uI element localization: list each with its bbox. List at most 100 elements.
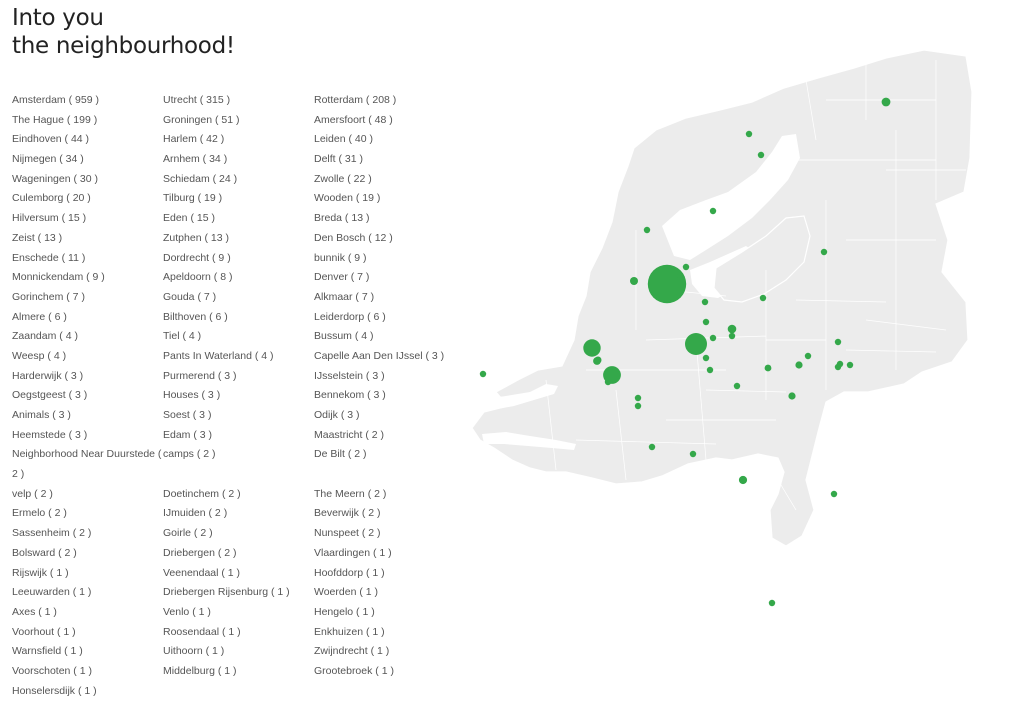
map-marker-groningen[interactable] bbox=[881, 97, 891, 107]
city-link[interactable]: Dordrecht ( 9 ) bbox=[163, 249, 314, 269]
map-marker-zaandam[interactable] bbox=[676, 272, 684, 280]
map-marker-delft[interactable] bbox=[594, 356, 602, 364]
city-link[interactable]: Houses ( 3 ) bbox=[163, 386, 314, 406]
city-link[interactable]: Rijswijk ( 1 ) bbox=[12, 564, 163, 584]
map-marker-tiel[interactable] bbox=[733, 382, 741, 390]
map-marker-leeuwarden[interactable] bbox=[757, 151, 765, 159]
map-marker-the-hague[interactable] bbox=[583, 339, 601, 357]
map-marker-enschede[interactable] bbox=[834, 363, 842, 371]
city-link[interactable]: Groningen ( 51 ) bbox=[163, 111, 314, 131]
map-marker-amsterdam[interactable] bbox=[647, 264, 687, 304]
map-marker-harderwijk[interactable] bbox=[759, 294, 767, 302]
city-link[interactable]: Harlem ( 42 ) bbox=[163, 130, 314, 150]
map-marker-monnickendam[interactable] bbox=[682, 263, 690, 271]
map-marker-eindhoven[interactable] bbox=[738, 475, 748, 485]
city-link[interactable]: Enschede ( 11 ) bbox=[12, 249, 163, 269]
city-link[interactable]: Gorinchem ( 7 ) bbox=[12, 288, 163, 308]
city-link[interactable]: Venlo ( 1 ) bbox=[163, 603, 314, 623]
city-link[interactable]: Arnhem ( 34 ) bbox=[163, 150, 314, 170]
city-link[interactable]: Bussum ( 4 ) bbox=[314, 327, 464, 347]
city-link[interactable]: Bennekom ( 3 ) bbox=[314, 386, 464, 406]
city-link[interactable]: Beverwijk ( 2 ) bbox=[314, 504, 464, 524]
city-link[interactable]: Gouda ( 7 ) bbox=[163, 288, 314, 308]
city-link[interactable]: velp ( 2 ) bbox=[12, 485, 163, 505]
city-link[interactable]: Heemstede ( 3 ) bbox=[12, 426, 163, 446]
map-marker-utrecht[interactable] bbox=[685, 333, 707, 355]
city-link[interactable]: Apeldoorn ( 8 ) bbox=[163, 268, 314, 288]
map-marker-almere[interactable] bbox=[701, 298, 709, 306]
city-link[interactable]: Den Bosch ( 12 ) bbox=[314, 229, 464, 249]
city-link[interactable]: Wageningen ( 30 ) bbox=[12, 170, 163, 190]
map-marker-roosendaal[interactable] bbox=[634, 402, 642, 410]
city-link[interactable]: Tilburg ( 19 ) bbox=[163, 189, 314, 209]
city-link[interactable]: Schiedam ( 24 ) bbox=[163, 170, 314, 190]
city-link[interactable]: Voorschoten ( 1 ) bbox=[12, 662, 163, 682]
city-link[interactable]: Goirle ( 2 ) bbox=[163, 524, 314, 544]
city-link[interactable]: Eden ( 15 ) bbox=[163, 209, 314, 229]
map-marker-maastricht[interactable] bbox=[768, 599, 776, 607]
city-link[interactable]: Zwijndrecht ( 1 ) bbox=[314, 642, 464, 662]
city-link[interactable]: Hengelo ( 1 ) bbox=[314, 603, 464, 623]
map-marker-harlem[interactable] bbox=[630, 277, 638, 285]
city-link[interactable]: Bilthoven ( 6 ) bbox=[163, 308, 314, 328]
map-marker-culemborg[interactable] bbox=[706, 366, 714, 374]
city-link[interactable]: Maastricht ( 2 ) bbox=[314, 426, 464, 446]
city-link[interactable]: Capelle Aan Den IJssel ( 3 ) bbox=[314, 347, 464, 367]
city-link[interactable]: Driebergen Rijsenburg ( 1 ) bbox=[163, 583, 314, 603]
city-link[interactable]: camps ( 2 ) bbox=[163, 445, 314, 465]
city-link[interactable]: Leiden ( 40 ) bbox=[314, 130, 464, 150]
city-link[interactable]: Animals ( 3 ) bbox=[12, 406, 163, 426]
city-link[interactable]: Sassenheim ( 2 ) bbox=[12, 524, 163, 544]
city-link[interactable]: Nunspeet ( 2 ) bbox=[314, 524, 464, 544]
city-link[interactable]: Middelburg ( 1 ) bbox=[163, 662, 314, 682]
map-marker-breda[interactable] bbox=[648, 443, 656, 451]
city-link[interactable]: Culemborg ( 20 ) bbox=[12, 189, 163, 209]
city-link[interactable]: Leiderdorp ( 6 ) bbox=[314, 308, 464, 328]
city-link[interactable]: IJsselstein ( 3 ) bbox=[314, 367, 464, 387]
city-link[interactable]: Woerden ( 1 ) bbox=[314, 583, 464, 603]
city-link[interactable]: Wooden ( 19 ) bbox=[314, 189, 464, 209]
city-link[interactable]: The Meern ( 2 ) bbox=[314, 485, 464, 505]
map-marker-middelburg[interactable] bbox=[479, 370, 487, 378]
city-link[interactable]: Harderwijk ( 3 ) bbox=[12, 367, 163, 387]
city-link[interactable]: Tiel ( 4 ) bbox=[163, 327, 314, 347]
city-link[interactable]: Uithoorn ( 1 ) bbox=[163, 642, 314, 662]
city-link[interactable]: Ermelo ( 2 ) bbox=[12, 504, 163, 524]
city-link[interactable]: Hilversum ( 15 ) bbox=[12, 209, 163, 229]
city-link[interactable]: Voorhout ( 1 ) bbox=[12, 623, 163, 643]
city-link[interactable]: The Hague ( 199 ) bbox=[12, 111, 163, 131]
city-link[interactable]: Soest ( 3 ) bbox=[163, 406, 314, 426]
city-link[interactable]: Zeist ( 13 ) bbox=[12, 229, 163, 249]
city-link[interactable]: Roosendaal ( 1 ) bbox=[163, 623, 314, 643]
city-link[interactable]: Rotterdam ( 208 ) bbox=[314, 91, 464, 111]
city-link[interactable]: Hoofddorp ( 1 ) bbox=[314, 564, 464, 584]
map-marker-enkhuizen[interactable] bbox=[709, 207, 717, 215]
city-link[interactable]: De Bilt ( 2 ) bbox=[314, 445, 464, 465]
map-marker-hilversum[interactable] bbox=[702, 318, 710, 326]
city-link[interactable]: Neighborhood Near Duurstede ( 2 ) bbox=[12, 445, 163, 484]
city-link[interactable]: Zutphen ( 13 ) bbox=[163, 229, 314, 249]
city-link[interactable]: Pants In Waterland ( 4 ) bbox=[163, 347, 314, 367]
map-marker-bolsward[interactable] bbox=[745, 130, 753, 138]
city-link[interactable]: Grootebroek ( 1 ) bbox=[314, 662, 464, 682]
map-marker-zeist[interactable] bbox=[709, 334, 717, 342]
city-link[interactable]: Leeuwarden ( 1 ) bbox=[12, 583, 163, 603]
map-marker-alkmaar[interactable] bbox=[643, 226, 651, 234]
map-marker-den-bosch[interactable] bbox=[702, 354, 710, 362]
map-marker-schiedam[interactable] bbox=[604, 378, 612, 386]
city-link[interactable]: Amsterdam ( 959 ) bbox=[12, 91, 163, 111]
city-link[interactable]: Honselersdijk ( 1 ) bbox=[12, 682, 163, 702]
city-link[interactable]: Alkmaar ( 7 ) bbox=[314, 288, 464, 308]
map-marker-amersfoort[interactable] bbox=[727, 324, 737, 334]
city-link[interactable]: bunnik ( 9 ) bbox=[314, 249, 464, 269]
city-link[interactable]: Axes ( 1 ) bbox=[12, 603, 163, 623]
city-link[interactable]: Denver ( 7 ) bbox=[314, 268, 464, 288]
map-marker-zwolle[interactable] bbox=[820, 248, 828, 256]
city-link[interactable]: Eindhoven ( 44 ) bbox=[12, 130, 163, 150]
city-link[interactable]: Purmerend ( 3 ) bbox=[163, 367, 314, 387]
map-marker-tilburg[interactable] bbox=[689, 450, 697, 458]
city-link[interactable]: Doetinchem ( 2 ) bbox=[163, 485, 314, 505]
city-link[interactable]: Nijmegen ( 34 ) bbox=[12, 150, 163, 170]
city-link[interactable]: Utrecht ( 315 ) bbox=[163, 91, 314, 111]
city-link[interactable]: Oegstgeest ( 3 ) bbox=[12, 386, 163, 406]
